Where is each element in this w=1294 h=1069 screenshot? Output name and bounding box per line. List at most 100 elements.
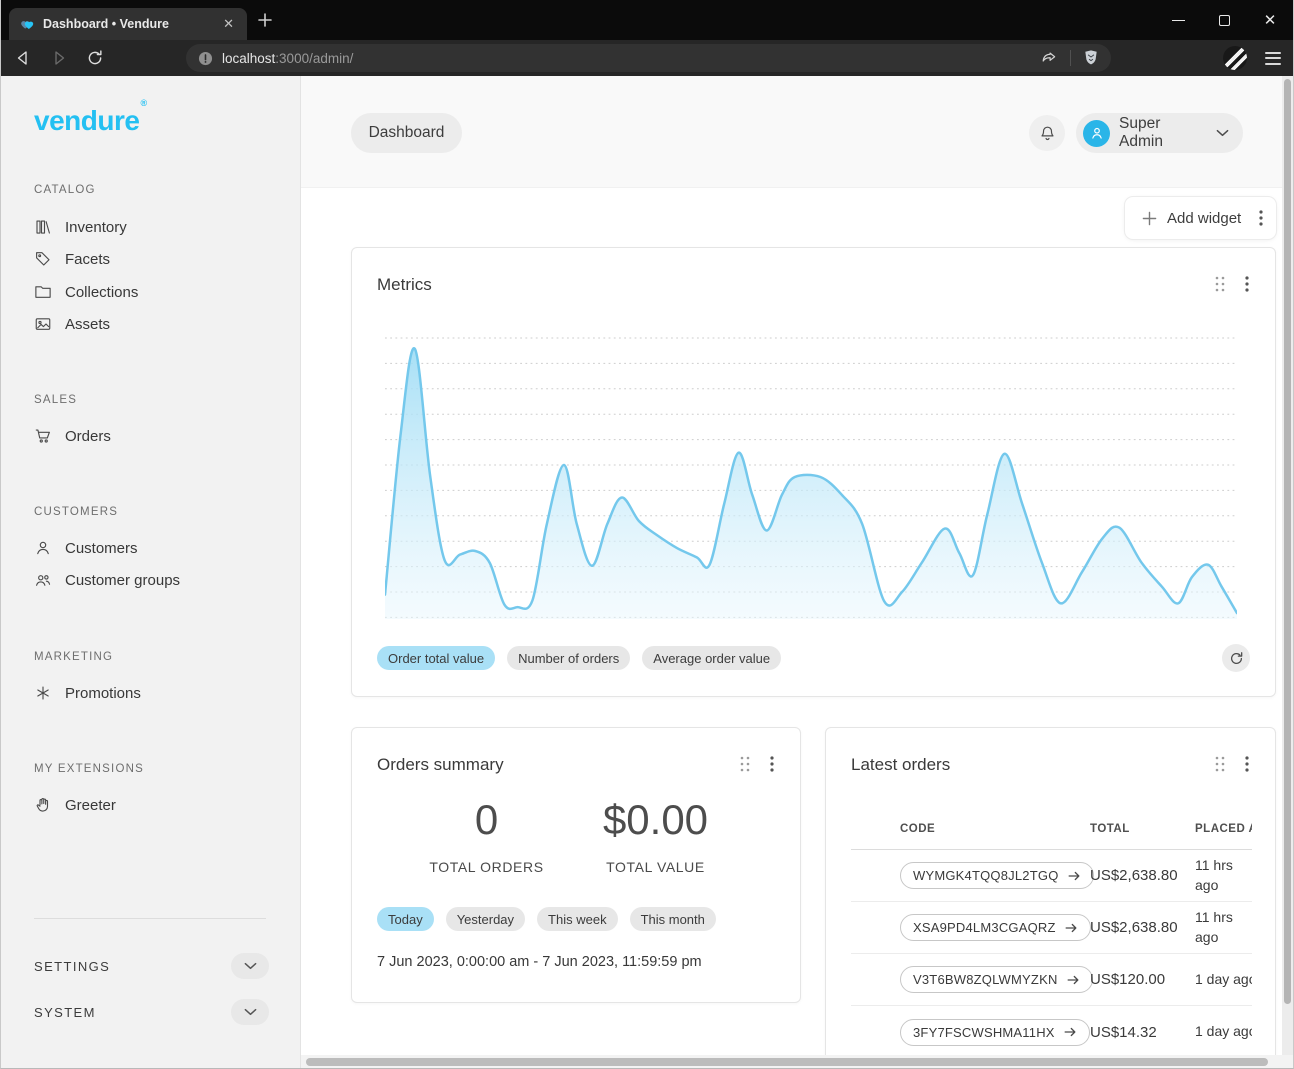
- section-label-sales: SALES: [34, 394, 77, 406]
- browser-menu-icon[interactable]: [1265, 52, 1281, 65]
- widget-title: Metrics: [377, 275, 432, 295]
- bell-icon: [1038, 124, 1057, 143]
- refresh-icon: [1229, 651, 1244, 666]
- arrow-right-icon: [1066, 973, 1080, 987]
- browser-window: Dashboard • Vendure ✕ ✕: [0, 0, 1294, 1069]
- notifications-button[interactable]: [1029, 115, 1065, 151]
- asterisk-icon: [34, 684, 52, 702]
- chevron-down-icon: [244, 962, 257, 970]
- image-icon: [34, 315, 52, 333]
- sidebar-section-settings[interactable]: SETTINGS: [34, 952, 269, 980]
- vendure-logo: vendure®: [34, 105, 146, 137]
- column-header-placed-at: PLACED AT: [1195, 823, 1252, 835]
- metric-tab-order-total-value[interactable]: Order total value: [377, 646, 495, 670]
- arrow-right-icon: [1064, 921, 1078, 935]
- sidebar-item-promotions[interactable]: Promotions: [34, 681, 141, 705]
- section-label-catalog: CATALOG: [34, 184, 96, 196]
- breadcrumb[interactable]: Dashboard: [351, 113, 462, 153]
- refresh-button[interactable]: [1222, 644, 1250, 672]
- latest-orders-widget: Latest orders CODE TOTAL PLACED AT: [825, 727, 1276, 1069]
- latest-orders-table: CODE TOTAL PLACED AT WYMGK4TQQ8JL2TGQ US…: [851, 808, 1252, 1058]
- vertical-scrollbar-thumb[interactable]: [1284, 79, 1291, 1004]
- back-button[interactable]: [11, 46, 35, 70]
- order-code-link[interactable]: WYMGK4TQQ8JL2TGQ: [900, 862, 1094, 889]
- tab-title: Dashboard • Vendure: [43, 17, 220, 31]
- order-code-link[interactable]: V3T6BW8ZQLWMYZKN: [900, 966, 1093, 993]
- tab-close-icon[interactable]: ✕: [220, 16, 237, 32]
- range-tab-this-week[interactable]: This week: [537, 907, 618, 931]
- reload-button[interactable]: [83, 46, 107, 70]
- browser-titlebar: Dashboard • Vendure ✕ ✕: [1, 0, 1293, 40]
- sidebar: vendure® CATALOG Inventory Facets Collec…: [1, 76, 301, 1069]
- kebab-menu-icon[interactable]: [770, 756, 774, 772]
- sidebar-divider: [34, 918, 266, 919]
- system-expand-button[interactable]: [231, 999, 269, 1025]
- users-icon: [34, 571, 52, 589]
- add-widget-button[interactable]: Add widget: [1125, 197, 1276, 239]
- window-controls: ✕: [1155, 0, 1293, 40]
- user-name: Super Admin: [1119, 115, 1207, 151]
- folder-icon: [34, 283, 52, 301]
- total-value-stat: $0.00 TOTAL VALUE: [571, 796, 740, 875]
- drag-handle-icon[interactable]: [740, 756, 750, 772]
- window-maximize-button[interactable]: [1201, 0, 1247, 40]
- sidebar-section-system[interactable]: SYSTEM: [34, 998, 269, 1026]
- sidebar-item-assets[interactable]: Assets: [34, 312, 110, 336]
- window-close-button[interactable]: ✕: [1247, 0, 1293, 40]
- orders-summary-widget: Orders summary 0 TOTAL ORDERS $0.00 TOTA…: [351, 727, 801, 1003]
- vendure-admin-app: vendure® CATALOG Inventory Facets Collec…: [1, 76, 1293, 1069]
- column-header-total: TOTAL: [1090, 823, 1195, 835]
- order-code-link[interactable]: 3FY7FSCWSHMA11HX: [900, 1019, 1090, 1046]
- range-tab-today[interactable]: Today: [377, 907, 434, 931]
- user-menu[interactable]: Super Admin: [1076, 113, 1243, 153]
- arrow-right-icon: [1063, 1025, 1077, 1039]
- browser-tab[interactable]: Dashboard • Vendure ✕: [9, 8, 247, 40]
- vertical-scrollbar[interactable]: [1282, 76, 1293, 1069]
- date-range-text: 7 Jun 2023, 0:00:00 am - 7 Jun 2023, 11:…: [377, 954, 702, 970]
- section-label-my-extensions: MY EXTENSIONS: [34, 763, 144, 775]
- metrics-chart: [385, 331, 1237, 621]
- section-label-marketing: MARKETING: [34, 651, 113, 663]
- person-icon: [1089, 125, 1105, 141]
- sidebar-item-customer-groups[interactable]: Customer groups: [34, 568, 180, 592]
- settings-expand-button[interactable]: [231, 953, 269, 979]
- sidebar-item-inventory[interactable]: Inventory: [34, 215, 127, 239]
- address-bar[interactable]: localhost:3000/admin/: [186, 44, 1111, 72]
- horizontal-scrollbar-thumb[interactable]: [306, 1058, 1268, 1066]
- metric-tab-number-of-orders[interactable]: Number of orders: [507, 646, 630, 670]
- sidebar-item-customers[interactable]: Customers: [34, 536, 138, 560]
- table-row: XSA9PD4LM3CGAQRZ US$2,638.80 11 hrs ago: [851, 902, 1252, 954]
- page-header: Dashboard Super Admin: [301, 76, 1293, 188]
- range-tab-this-month[interactable]: This month: [630, 907, 716, 931]
- tag-icon: [34, 250, 52, 268]
- widget-title: Orders summary: [377, 755, 504, 775]
- order-code-link[interactable]: XSA9PD4LM3CGAQRZ: [900, 914, 1091, 941]
- sidebar-item-facets[interactable]: Facets: [34, 247, 110, 271]
- column-header-code: CODE: [900, 823, 1090, 835]
- sidebar-item-collections[interactable]: Collections: [34, 280, 138, 304]
- drag-handle-icon[interactable]: [1215, 276, 1225, 292]
- brave-shield-icon[interactable]: [1083, 49, 1099, 67]
- range-tab-yesterday[interactable]: Yesterday: [446, 907, 525, 931]
- sidebar-item-greeter[interactable]: Greeter: [34, 793, 116, 817]
- metric-tab-average-order-value[interactable]: Average order value: [642, 646, 781, 670]
- share-icon[interactable]: [1040, 49, 1058, 67]
- browser-profile-avatar[interactable]: [1223, 46, 1247, 70]
- forward-button[interactable]: [47, 46, 71, 70]
- kebab-menu-icon[interactable]: [1245, 756, 1249, 772]
- drag-handle-icon[interactable]: [1215, 756, 1225, 772]
- table-header-row: CODE TOTAL PLACED AT: [851, 808, 1252, 850]
- total-orders-stat: 0 TOTAL ORDERS: [402, 796, 571, 875]
- dashboard-content: Add widget Metrics Order total value: [301, 188, 1293, 1069]
- kebab-menu-icon[interactable]: [1245, 276, 1249, 292]
- site-info-icon[interactable]: [198, 51, 213, 66]
- table-row: WYMGK4TQQ8JL2TGQ US$2,638.80 11 hrs ago: [851, 850, 1252, 902]
- horizontal-scrollbar[interactable]: [301, 1055, 1294, 1069]
- new-tab-button[interactable]: [257, 12, 273, 28]
- window-minimize-button[interactable]: [1155, 0, 1201, 40]
- sidebar-item-orders[interactable]: Orders: [34, 424, 111, 448]
- divider: [1070, 50, 1071, 66]
- kebab-menu-icon[interactable]: [1259, 210, 1263, 226]
- main-area: Dashboard Super Admin Add widget: [301, 76, 1293, 1069]
- user-avatar: [1083, 120, 1110, 147]
